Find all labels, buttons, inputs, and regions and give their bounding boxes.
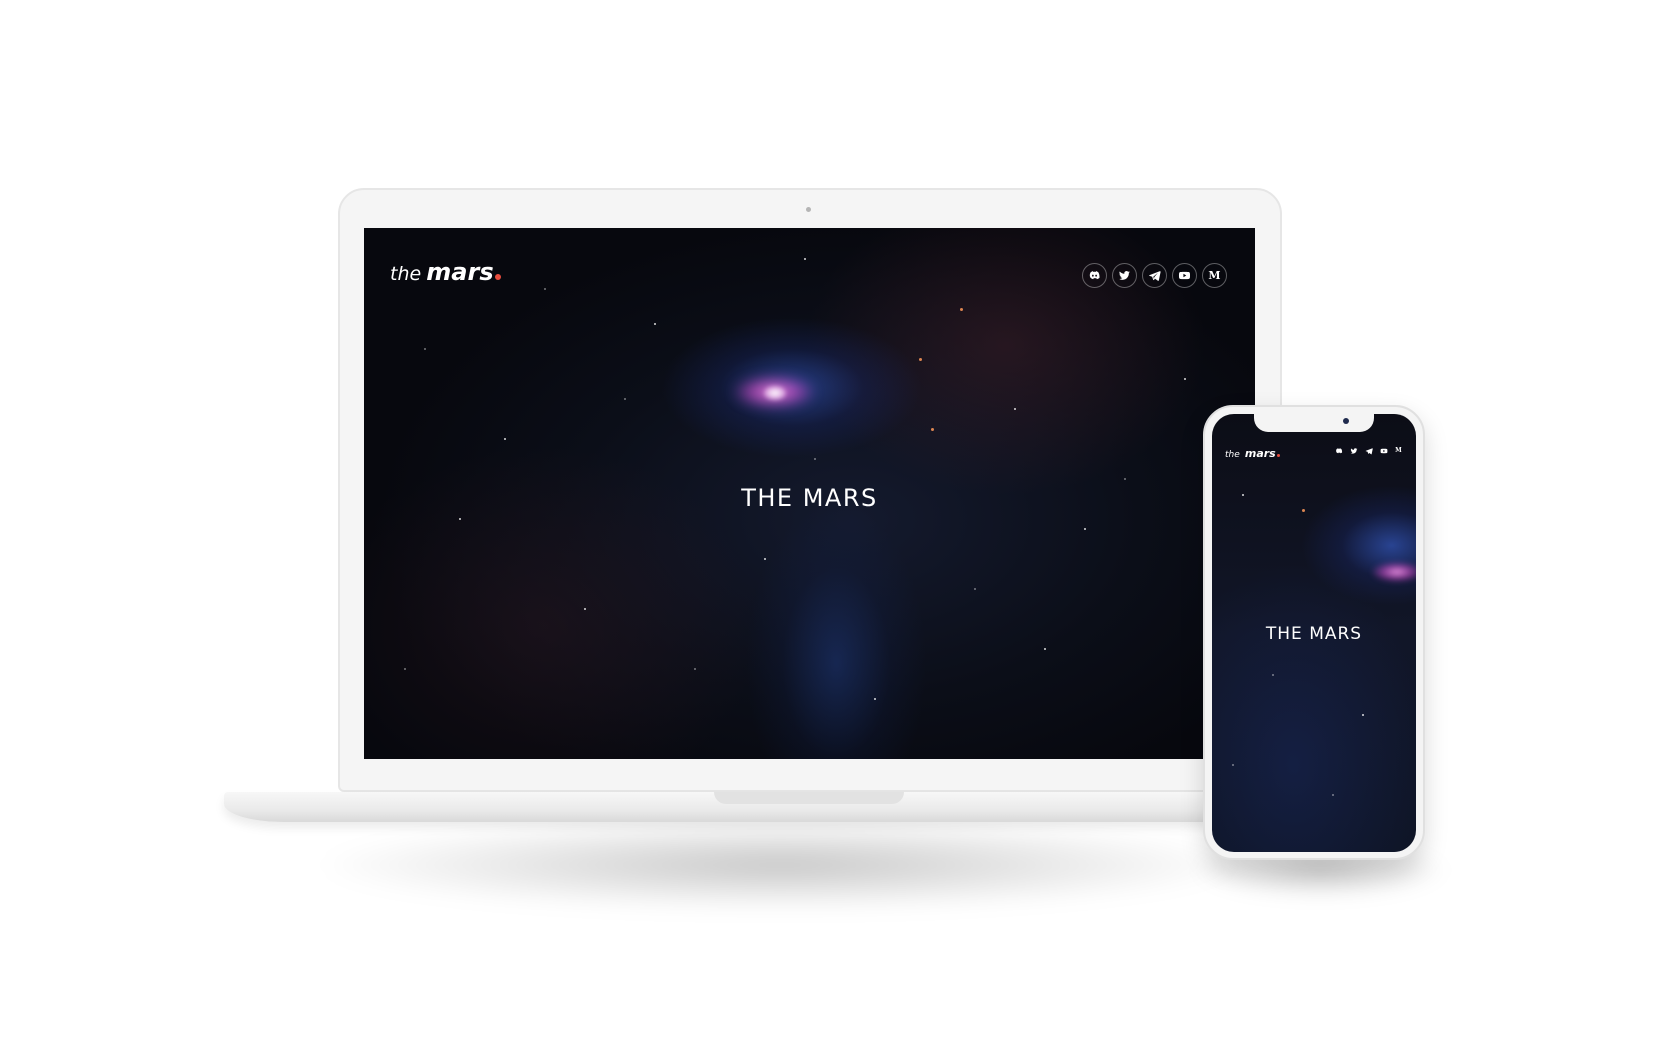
logo-the-text: the (390, 263, 422, 285)
star (764, 558, 766, 560)
phone-camera (1343, 418, 1349, 424)
nebula-pink (1372, 562, 1416, 582)
star (544, 288, 546, 290)
star (974, 588, 976, 590)
twitter-icon[interactable] (1112, 263, 1137, 288)
star (1242, 494, 1244, 496)
logo-dot (494, 274, 501, 280)
star (931, 428, 934, 431)
star (1124, 478, 1126, 480)
youtube-icon[interactable] (1172, 263, 1197, 288)
star (814, 458, 816, 460)
phone-social-links: M (1333, 445, 1404, 456)
site-logo[interactable]: the mars (390, 258, 501, 286)
phone-notch (1254, 414, 1374, 432)
logo-mars-text: mars (426, 258, 494, 286)
mockup-stage: the mars M THE MARS the mars M THE MARS (0, 0, 1680, 1050)
star (1014, 408, 1016, 410)
phone-site-logo[interactable]: the mars (1225, 442, 1280, 461)
star (694, 668, 696, 670)
twitter-icon[interactable] (1348, 445, 1359, 456)
laptop-camera (806, 207, 811, 212)
star (1332, 794, 1334, 796)
discord-icon[interactable] (1333, 445, 1344, 456)
logo-dot (1276, 454, 1280, 457)
laptop-screen: the mars M THE MARS (364, 228, 1255, 759)
star (1184, 378, 1186, 380)
telegram-icon[interactable] (1363, 445, 1374, 456)
star (404, 668, 406, 670)
star (1272, 674, 1274, 676)
hero-title: THE MARS (741, 484, 878, 512)
nebula-core (764, 386, 786, 400)
telegram-icon[interactable] (1142, 263, 1167, 288)
laptop-shadow (320, 820, 1240, 910)
social-links: M (1082, 263, 1227, 288)
phone-screen: the mars M THE MARS (1212, 414, 1416, 852)
phone-hero-title: THE MARS (1265, 624, 1363, 644)
logo-the-text: the (1225, 450, 1240, 460)
star (919, 358, 922, 361)
star (624, 398, 626, 400)
discord-icon[interactable] (1082, 263, 1107, 288)
star (584, 608, 586, 610)
star (424, 348, 426, 350)
star (1044, 648, 1046, 650)
star (1302, 509, 1305, 512)
star (1084, 528, 1086, 530)
star (654, 323, 656, 325)
youtube-icon[interactable] (1378, 445, 1389, 456)
medium-icon[interactable]: M (1393, 445, 1404, 456)
star (960, 308, 963, 311)
star (504, 438, 506, 440)
logo-mars-text: mars (1244, 447, 1276, 460)
laptop-trackpad-notch (714, 792, 904, 804)
star (1362, 714, 1364, 716)
star (1232, 764, 1234, 766)
star (459, 518, 461, 520)
star (874, 698, 876, 700)
medium-glyph: M (1395, 447, 1402, 454)
star (804, 258, 806, 260)
medium-glyph: M (1208, 269, 1221, 282)
medium-icon[interactable]: M (1202, 263, 1227, 288)
